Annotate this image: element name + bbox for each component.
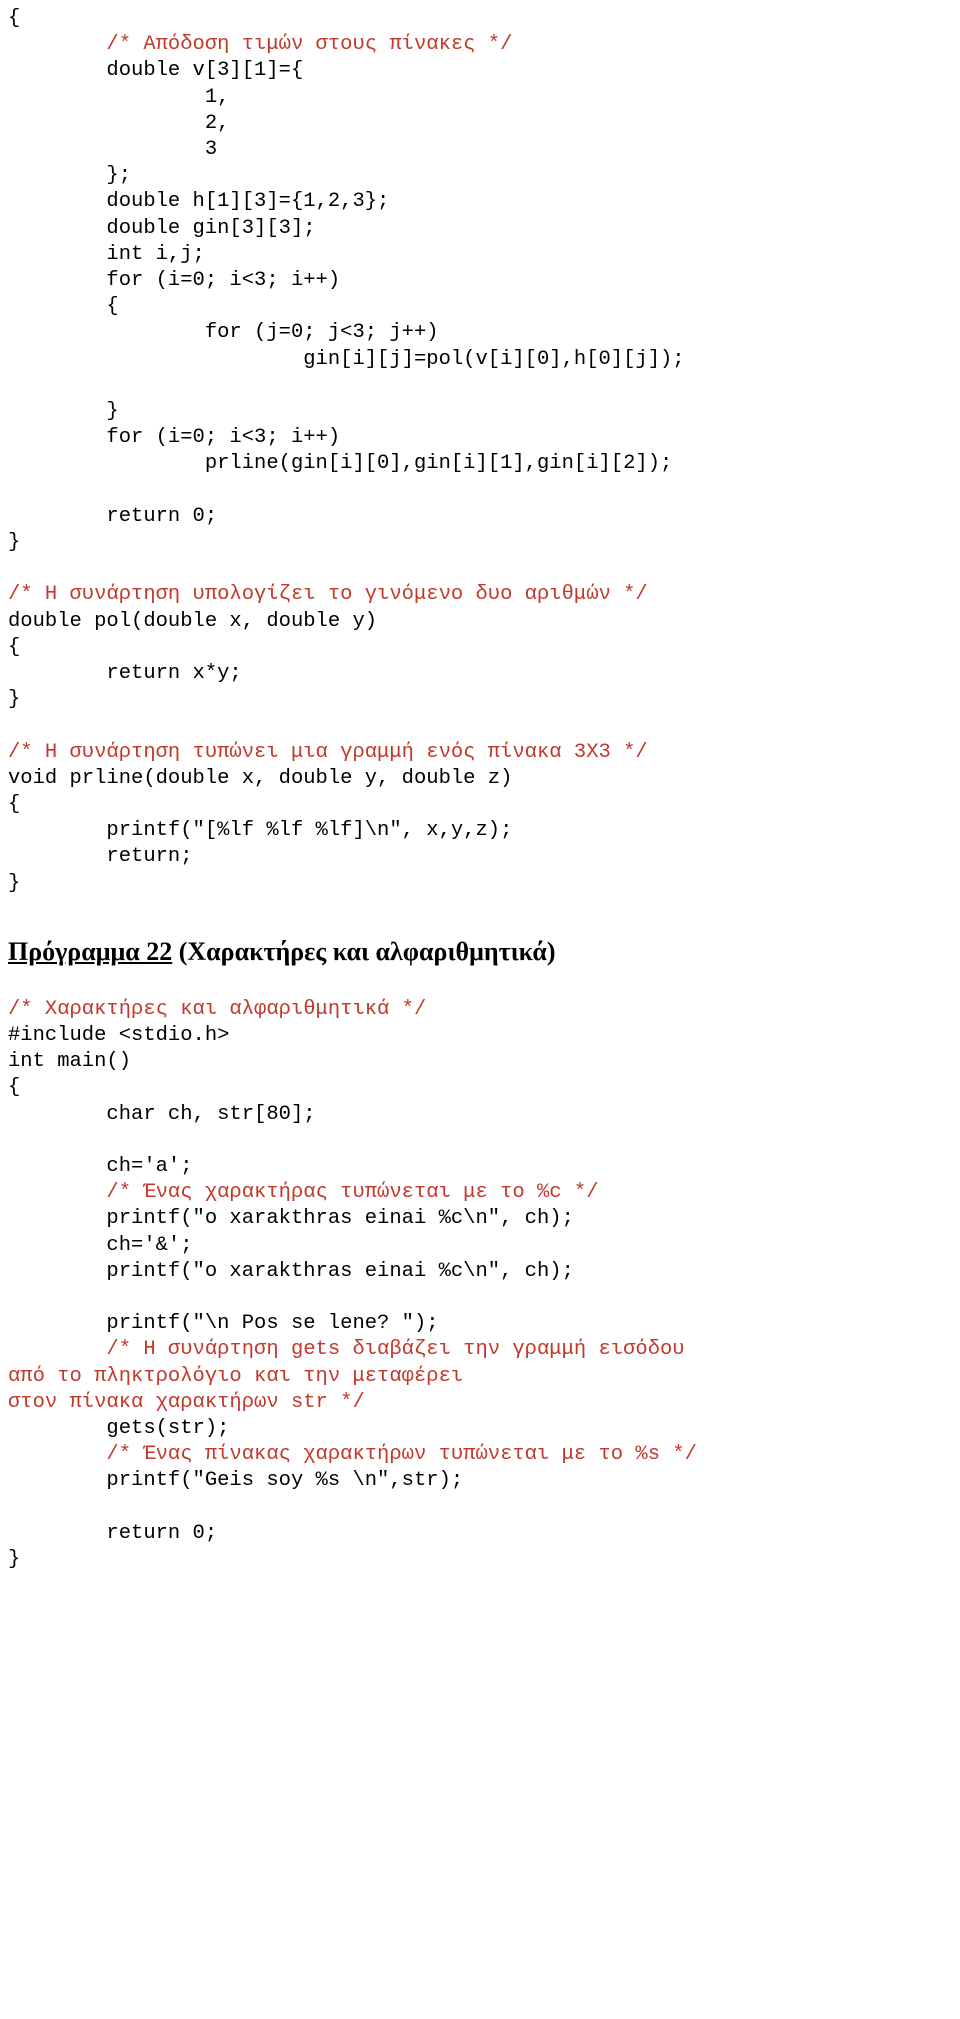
code-line: int main() bbox=[8, 1050, 132, 1074]
code-comment-line: από το πληκτρολόγιο και την μεταφέρει bbox=[8, 1364, 464, 1388]
code-line: for (i=0; i<3; i++) bbox=[8, 426, 341, 450]
code-line: printf("o xarakthras einai %c\n", ch); bbox=[8, 1259, 574, 1283]
spacer-before-heading bbox=[0, 897, 960, 937]
code-line: } bbox=[8, 1548, 21, 1572]
code-line: } bbox=[8, 531, 21, 555]
code-comment-line: /* Η συνάρτηση gets διαβάζει την γραμμή … bbox=[8, 1338, 685, 1362]
code-line: int i,j; bbox=[8, 242, 205, 266]
code-line: printf("[%lf %lf %lf]\n", x,y,z); bbox=[8, 819, 513, 843]
code-line: return x*y; bbox=[8, 662, 242, 686]
heading-rest-text: (Χαρακτήρες και αλφαριθμητικά) bbox=[172, 936, 556, 966]
code-line: return 0; bbox=[8, 504, 218, 528]
code-line: } bbox=[8, 688, 21, 712]
document-page: { /* Απόδοση τιμών στους πίνακες */ doub… bbox=[0, 0, 960, 2019]
code-line: char ch, str[80]; bbox=[8, 1102, 316, 1126]
code-line: return 0; bbox=[8, 1521, 218, 1545]
code-line: printf("\n Pos se lene? "); bbox=[8, 1312, 439, 1336]
code-line: { bbox=[8, 7, 21, 30]
code-line: void prline(double x, double y, double z… bbox=[8, 766, 513, 790]
code-line: double gin[3][3]; bbox=[8, 216, 316, 240]
code-line: double pol(double x, double y) bbox=[8, 609, 378, 633]
code-line: ch='&'; bbox=[8, 1233, 193, 1257]
code-comment-line: /* Η συνάρτηση τυπώνει μια γραμμή ενός π… bbox=[8, 740, 648, 764]
code-line: double v[3][1]={ bbox=[8, 59, 304, 83]
code-comment-line: /* Χαρακτήρες και αλφαριθμητικά */ bbox=[8, 997, 427, 1021]
code-line: { bbox=[8, 635, 21, 659]
code-comment-line: στον πίνακα χαρακτήρων str */ bbox=[8, 1390, 365, 1414]
code-line: 1, bbox=[8, 85, 230, 109]
code-comment-line: /* Η συνάρτηση υπολογίζει το γινόμενο δυ… bbox=[8, 583, 648, 607]
code-line: #include <stdio.h> bbox=[8, 1024, 230, 1048]
code-line: return; bbox=[8, 845, 193, 869]
code-comment-line: /* Ένας πίνακας χαρακτήρων τυπώνεται με … bbox=[8, 1443, 697, 1467]
code-line: { bbox=[8, 1076, 21, 1100]
heading-underlined-text: Πρόγραμμα 22 bbox=[8, 936, 173, 966]
code-comment-line: /* Απόδοση τιμών στους πίνακες */ bbox=[8, 33, 513, 57]
code-line: } bbox=[8, 871, 21, 895]
code-line: } bbox=[8, 400, 119, 424]
code-line: printf("o xarakthras einai %c\n", ch); bbox=[8, 1207, 574, 1231]
code-line: for (j=0; j<3; j++) bbox=[8, 321, 439, 345]
code-line: 2, bbox=[8, 111, 230, 135]
code-comment-line: /* Ένας χαρακτήρας τυπώνεται με το %c */ bbox=[8, 1181, 599, 1205]
page-title-program-22: Πρόγραμμα 22 (Χαρακτήρες και αλφαριθμητι… bbox=[0, 937, 960, 967]
code-line: printf("Geis soy %s \n",str); bbox=[8, 1469, 464, 1493]
spacer-after-heading bbox=[0, 967, 960, 997]
code-line: double h[1][3]={1,2,3}; bbox=[8, 190, 390, 214]
code-line: prline(gin[i][0],gin[i][1],gin[i][2]); bbox=[8, 452, 673, 476]
code-line: gets(str); bbox=[8, 1417, 230, 1441]
code-line: for (i=0; i<3; i++) bbox=[8, 269, 341, 293]
code-line: { bbox=[8, 793, 21, 817]
code-listing-program-22: /* Χαρακτήρες και αλφαριθμητικά */ #inclu… bbox=[0, 997, 960, 1573]
code-line: gin[i][j]=pol(v[i][0],h[0][j]); bbox=[8, 347, 685, 371]
code-line: ch='a'; bbox=[8, 1155, 193, 1179]
code-listing-program-21-tail: { /* Απόδοση τιμών στους πίνακες */ doub… bbox=[0, 6, 960, 897]
code-line: { bbox=[8, 295, 119, 319]
code-line: 3 bbox=[8, 138, 218, 162]
code-line: }; bbox=[8, 164, 132, 188]
